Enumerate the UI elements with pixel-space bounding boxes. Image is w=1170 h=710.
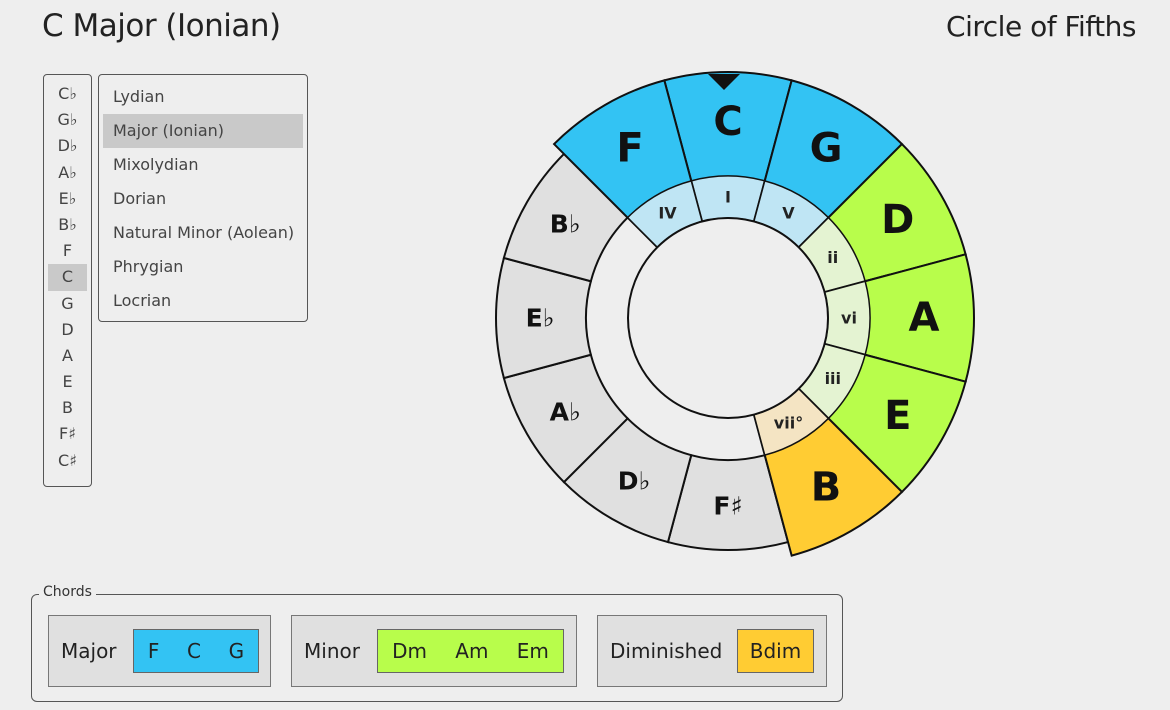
key-item[interactable]: A <box>48 343 87 369</box>
note-label: D <box>881 197 914 243</box>
note-label: E♭ <box>526 304 555 333</box>
mode-item[interactable]: Phrygian <box>103 250 303 284</box>
key-item[interactable]: G♭ <box>48 107 87 133</box>
key-item[interactable]: E <box>48 369 87 395</box>
mode-item[interactable]: Mixolydian <box>103 148 303 182</box>
degree-label: iii <box>825 369 841 388</box>
mode-item[interactable]: Major (Ionian) <box>103 114 303 148</box>
page-title: C Major (Ionian) <box>42 8 281 44</box>
mode-list[interactable]: Lydian Major (Ionian) Mixolydian Dorian Natu… <box>98 74 308 322</box>
degree-label: vi <box>841 309 857 328</box>
note-label: G <box>810 125 843 171</box>
diminished-chord[interactable]: Bdim <box>750 639 801 663</box>
major-chord[interactable]: F <box>148 639 160 663</box>
major-chord[interactable]: G <box>229 639 245 663</box>
diminished-chords-group: Diminished Bdim <box>597 615 827 687</box>
mode-item[interactable]: Locrian <box>103 284 303 318</box>
minor-chord[interactable]: Em <box>517 639 549 663</box>
degree-label: vii° <box>774 413 803 432</box>
mode-item[interactable]: Natural Minor (Aolean) <box>103 216 303 250</box>
minor-chords-group: Minor Dm Am Em <box>291 615 577 687</box>
note-label: B♭ <box>550 210 581 239</box>
degree-label: IV <box>658 204 677 223</box>
note-label: A♭ <box>550 398 581 427</box>
degree-label: I <box>725 188 731 207</box>
degree-label: V <box>782 204 795 223</box>
major-chord[interactable]: C <box>187 639 201 663</box>
minor-chord[interactable]: Dm <box>392 639 427 663</box>
note-label: E <box>884 393 911 439</box>
note-label: F <box>616 125 643 171</box>
wheel-center <box>627 217 829 419</box>
chords-legend: Chords <box>39 584 96 600</box>
note-label: B <box>811 465 842 511</box>
major-chords-group: Major F C G <box>48 615 271 687</box>
key-item[interactable]: D♭ <box>48 133 87 159</box>
app-title: Circle of Fifths <box>946 10 1136 43</box>
mode-item[interactable]: Lydian <box>103 80 303 114</box>
degree-label: ii <box>827 248 838 267</box>
note-label: D♭ <box>618 466 651 495</box>
key-item[interactable]: G <box>48 291 87 317</box>
mode-item[interactable]: Dorian <box>103 182 303 216</box>
key-item[interactable]: F♯ <box>48 421 87 447</box>
key-item[interactable]: C♭ <box>48 81 87 107</box>
diminished-chords-label: Diminished <box>610 639 723 663</box>
key-item[interactable]: E♭ <box>48 186 87 212</box>
key-list[interactable]: C♭ G♭ D♭ A♭ E♭ B♭ F C G D A E B F♯ C♯ <box>43 74 92 487</box>
note-label: A <box>909 295 940 341</box>
minor-chord[interactable]: Am <box>455 639 488 663</box>
key-item[interactable]: A♭ <box>48 160 87 186</box>
note-label: C <box>713 99 742 145</box>
key-item[interactable]: C <box>48 264 87 291</box>
key-item[interactable]: D <box>48 317 87 343</box>
diminished-chords-box: Bdim <box>737 629 814 673</box>
key-item[interactable]: F <box>48 238 87 264</box>
circle-of-fifths-wheel[interactable]: C I G V Dii Avi Eiii Bvii° F♯ D♭ A♭ E♭ B♭ F IV <box>478 58 978 558</box>
key-item[interactable]: B♭ <box>48 212 87 238</box>
major-chords-label: Major <box>61 639 117 663</box>
minor-chords-label: Minor <box>304 639 360 663</box>
minor-chords-box: Dm Am Em <box>377 629 564 673</box>
key-item[interactable]: C♯ <box>48 448 87 474</box>
major-chords-box: FCG <box>133 629 259 673</box>
note-label: F♯ <box>713 492 742 521</box>
key-item[interactable]: B <box>48 395 87 421</box>
